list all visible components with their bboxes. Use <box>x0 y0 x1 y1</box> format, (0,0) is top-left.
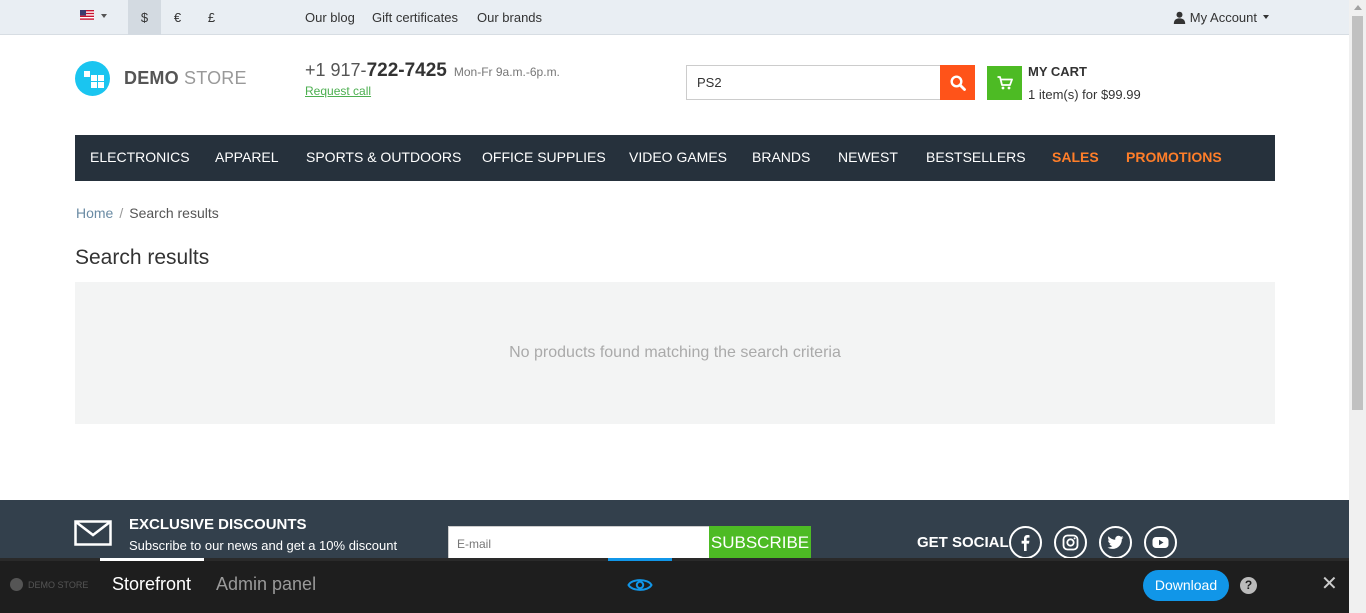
nav-item-sales[interactable]: Sales <box>1052 135 1099 179</box>
empty-results-message: No products found matching the search cr… <box>509 344 841 361</box>
top-bar: $ € £ Our blog Gift certificates Our bra… <box>0 0 1349 35</box>
subscribe-button[interactable]: SUBSCRIBE <box>709 526 811 560</box>
demo-panel: DEMO STORE Storefront Admin panel Downlo… <box>0 558 1349 613</box>
main-navigation: Electronics Apparel Sports & Outdoors Of… <box>75 135 1275 181</box>
nav-item-office-supplies[interactable]: Office supplies <box>482 135 606 179</box>
nav-item-video-games[interactable]: Video games <box>629 135 727 179</box>
get-social-title: GET SOCIAL <box>917 534 1009 551</box>
active-tab-indicator <box>100 558 204 561</box>
tab-admin-panel[interactable]: Admin panel <box>216 574 316 595</box>
twitter-icon[interactable] <box>1099 526 1132 559</box>
us-flag-icon[interactable] <box>80 10 94 20</box>
user-icon <box>1173 11 1185 24</box>
youtube-icon[interactable] <box>1144 526 1177 559</box>
nav-item-promotions[interactable]: Promotions <box>1126 135 1222 179</box>
footer-subscribe-bar: Exclusive discounts Subscribe to our new… <box>0 500 1349 560</box>
scrollbar-thumb[interactable] <box>1352 16 1363 410</box>
demo-store-logo[interactable]: DEMO STORE <box>10 578 88 591</box>
language-caret-icon[interactable] <box>101 14 107 18</box>
nav-item-brands[interactable]: Brands <box>752 135 810 179</box>
tab-storefront[interactable]: Storefront <box>112 574 191 595</box>
preview-indicator <box>608 558 672 561</box>
my-account-label: My Account <box>1189 10 1257 25</box>
eye-icon[interactable] <box>627 576 653 594</box>
link-our-brands[interactable]: Our brands <box>477 0 542 35</box>
discount-text: Subscribe to our news and get a 10% disc… <box>129 538 398 553</box>
search-button[interactable] <box>940 65 975 100</box>
store-logo-icon[interactable] <box>75 61 110 96</box>
close-icon[interactable]: ✕ <box>1321 574 1338 594</box>
phone-number: +1 917-722-7425 Mon-Fr 9a.m.-6p.m. <box>305 60 560 81</box>
nav-item-apparel[interactable]: Apparel <box>215 135 279 179</box>
currency-eur[interactable]: € <box>161 0 194 35</box>
discount-title: Exclusive discounts <box>129 516 307 533</box>
nav-item-sports-outdoors[interactable]: Sports & Outdoors <box>306 135 461 179</box>
download-button[interactable]: Download <box>1143 570 1229 601</box>
chevron-down-icon <box>1263 15 1269 19</box>
instagram-icon[interactable] <box>1054 526 1087 559</box>
breadcrumb-separator: / <box>119 205 124 221</box>
breadcrumb-home[interactable]: Home <box>76 205 113 221</box>
newsletter-email-input[interactable]: E-mail <box>448 526 710 560</box>
page-title: Search results <box>75 246 210 269</box>
search-icon <box>950 75 966 91</box>
search-input[interactable] <box>686 65 940 100</box>
cart-summary[interactable]: 1 item(s) for $99.99 <box>1028 87 1141 102</box>
currency-usd[interactable]: $ <box>128 0 161 35</box>
currency-gbp[interactable]: £ <box>195 0 228 35</box>
facebook-icon[interactable] <box>1009 526 1042 559</box>
cart-title[interactable]: MY CART <box>1028 64 1087 79</box>
request-call-link[interactable]: Request call <box>305 84 371 98</box>
page-scrollbar[interactable] <box>1349 0 1366 613</box>
cart-button[interactable] <box>987 66 1022 100</box>
store-logo-text[interactable]: DEMO STORE <box>124 68 247 89</box>
nav-item-electronics[interactable]: Electronics <box>90 135 190 179</box>
link-our-blog[interactable]: Our blog <box>305 0 355 35</box>
nav-item-newest[interactable]: Newest <box>838 135 898 179</box>
help-icon[interactable]: ? <box>1240 577 1257 594</box>
phone-hours: Mon-Fr 9a.m.-6p.m. <box>453 65 560 79</box>
breadcrumb-current: Search results <box>129 205 219 221</box>
my-account-menu[interactable]: My Account <box>1173 0 1269 35</box>
scroll-up-arrow-icon[interactable] <box>1354 5 1362 10</box>
breadcrumb: Home / Search results <box>76 205 219 221</box>
envelope-icon <box>74 520 112 546</box>
cart-icon <box>997 76 1013 90</box>
link-gift-certificates[interactable]: Gift certificates <box>372 0 458 35</box>
nav-item-bestsellers[interactable]: Bestsellers <box>926 135 1026 179</box>
search-results-panel: No products found matching the search cr… <box>75 282 1275 424</box>
